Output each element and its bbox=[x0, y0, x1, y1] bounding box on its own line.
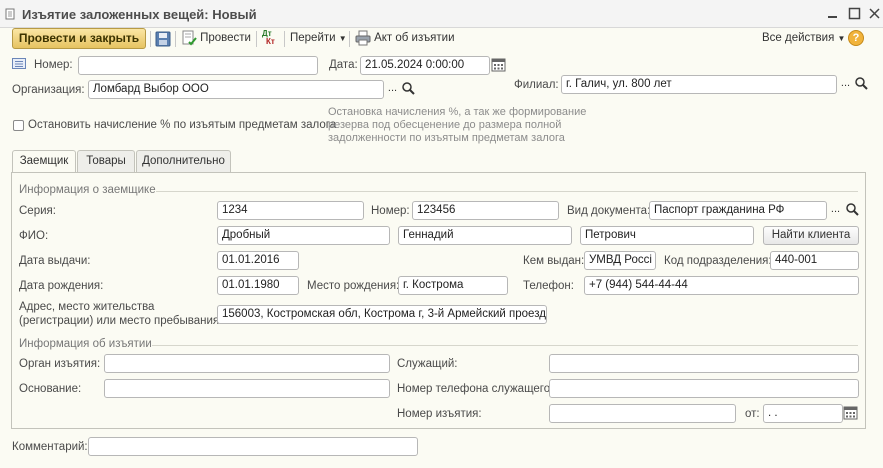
birth-date-label: Дата рождения: bbox=[19, 280, 104, 292]
date-input[interactable]: 21.05.2024 0:00:00 bbox=[360, 56, 490, 75]
address-label-line1: Адрес, место жительства bbox=[19, 301, 155, 313]
close-icon[interactable] bbox=[868, 7, 881, 20]
document-icon bbox=[4, 8, 16, 20]
issue-date-label: Дата выдачи: bbox=[19, 255, 91, 267]
chevron-down-icon: ▼ bbox=[837, 34, 846, 43]
doc-number-input[interactable]: 123456 bbox=[412, 201, 559, 220]
authority-input[interactable] bbox=[104, 354, 390, 373]
issue-date-input[interactable]: 01.01.2016 bbox=[217, 251, 299, 270]
birth-place-label: Место рождения: bbox=[307, 280, 400, 292]
calendar-icon[interactable] bbox=[491, 57, 507, 73]
branch-input[interactable]: г. Галич, ул. 800 лет bbox=[561, 75, 837, 94]
patronymic-input[interactable]: Петрович bbox=[580, 226, 754, 245]
seizure-number-label: Номер изъятия: bbox=[397, 408, 482, 420]
number-input[interactable] bbox=[78, 56, 318, 75]
doc-type-select-button[interactable]: ... bbox=[827, 202, 844, 219]
seizure-group-title: Информация об изъятии bbox=[19, 338, 152, 350]
save-icon[interactable] bbox=[155, 31, 171, 47]
stop-accrual-label: Остановить начисление % по изъятым предм… bbox=[28, 119, 337, 131]
address-label-line2: (регистрации) или место пребывания: bbox=[19, 315, 223, 327]
toolbar-divider bbox=[175, 31, 176, 47]
birth-date-input[interactable]: 01.01.1980 bbox=[217, 276, 299, 295]
organization-input[interactable]: Ломбард Выбор ООО bbox=[88, 80, 384, 99]
series-input[interactable]: 1234 bbox=[217, 201, 364, 220]
basis-input[interactable] bbox=[104, 379, 390, 398]
first-name-input[interactable]: Геннадий bbox=[398, 226, 572, 245]
date-label: Дата: bbox=[329, 59, 358, 71]
printer-icon bbox=[355, 30, 371, 46]
find-client-button[interactable]: Найти клиента bbox=[763, 226, 859, 245]
group-divider bbox=[156, 191, 858, 192]
window-title: Изъятие заложенных вещей: Новый bbox=[22, 7, 257, 22]
maximize-icon[interactable] bbox=[848, 7, 861, 20]
doc-type-input[interactable]: Паспорт гражданина РФ bbox=[649, 201, 827, 220]
last-name-input[interactable]: Дробный bbox=[217, 226, 390, 245]
toolbar-divider bbox=[349, 31, 350, 47]
post-label: Провести bbox=[200, 31, 251, 44]
post-button[interactable]: Провести bbox=[181, 30, 251, 46]
fio-label: ФИО: bbox=[19, 230, 49, 242]
chevron-down-icon: ▼ bbox=[338, 34, 347, 43]
all-actions-menu[interactable]: Все действия ▼ bbox=[762, 32, 845, 44]
stop-accrual-hint: Остановка начисления %, а так же формиро… bbox=[328, 106, 587, 144]
tab-additional[interactable]: Дополнительно bbox=[136, 150, 231, 172]
post-document-icon bbox=[181, 30, 197, 46]
doc-number-label: Номер: bbox=[371, 205, 410, 217]
debit-credit-icon[interactable]: Дт Кт bbox=[262, 30, 278, 47]
dept-code-input[interactable]: 440-001 bbox=[770, 251, 859, 270]
phone-label: Телефон: bbox=[523, 280, 574, 292]
comment-input[interactable] bbox=[88, 437, 418, 456]
help-icon[interactable]: ? bbox=[848, 30, 864, 46]
search-icon[interactable] bbox=[843, 202, 860, 219]
borrower-group-title: Информация о заемщике bbox=[19, 184, 156, 196]
number-label: Номер: bbox=[34, 59, 73, 71]
tab-goods[interactable]: Товары bbox=[77, 150, 135, 172]
list-icon bbox=[12, 58, 26, 70]
birth-place-input[interactable]: г. Кострома bbox=[398, 276, 508, 295]
post-and-close-button[interactable]: Провести и закрыть bbox=[12, 28, 146, 49]
toolbar-divider bbox=[256, 31, 257, 47]
toolbar-divider bbox=[150, 31, 151, 47]
search-icon[interactable] bbox=[399, 81, 416, 98]
basis-label: Основание: bbox=[19, 383, 82, 395]
dept-code-label: Код подразделения: bbox=[664, 255, 772, 267]
organization-label: Организация: bbox=[12, 84, 85, 96]
seizure-number-input[interactable] bbox=[549, 404, 736, 423]
minimize-icon[interactable] bbox=[826, 7, 839, 20]
stop-accrual-checkbox[interactable] bbox=[13, 120, 24, 131]
branch-label: Филиал: bbox=[514, 79, 559, 91]
from-date-label: от: bbox=[745, 408, 760, 420]
address-input[interactable]: 156003, Костромская обл, Кострома г, 3-й… bbox=[217, 305, 547, 324]
seizure-act-button[interactable]: Акт об изъятии bbox=[355, 30, 455, 46]
all-actions-label: Все действия bbox=[762, 32, 835, 44]
officer-input[interactable] bbox=[549, 354, 859, 373]
toolbar-divider bbox=[284, 31, 285, 47]
officer-phone-label: Номер телефона служащего: bbox=[397, 383, 554, 395]
tab-borrower[interactable]: Заемщик bbox=[12, 150, 76, 173]
issued-by-label: Кем выдан: bbox=[523, 255, 585, 267]
group-divider bbox=[152, 345, 858, 346]
navigate-label: Перейти bbox=[290, 32, 336, 44]
from-date-input[interactable]: . . bbox=[763, 404, 843, 423]
series-label: Серия: bbox=[19, 205, 56, 217]
phone-input[interactable]: +7 (944) 544-44-44 bbox=[584, 276, 859, 295]
calendar-icon[interactable] bbox=[843, 405, 859, 421]
comment-label: Комментарий: bbox=[12, 441, 88, 453]
officer-phone-input[interactable] bbox=[549, 379, 859, 398]
doc-type-label: Вид документа: bbox=[567, 205, 651, 217]
navigate-menu[interactable]: Перейти ▼ bbox=[290, 32, 347, 44]
search-icon[interactable] bbox=[852, 76, 869, 93]
officer-label: Служащий: bbox=[397, 358, 458, 370]
seizure-act-label: Акт об изъятии bbox=[374, 31, 455, 44]
authority-label: Орган изъятия: bbox=[19, 358, 101, 370]
issued-by-input[interactable]: УМВД Россі bbox=[584, 251, 656, 270]
